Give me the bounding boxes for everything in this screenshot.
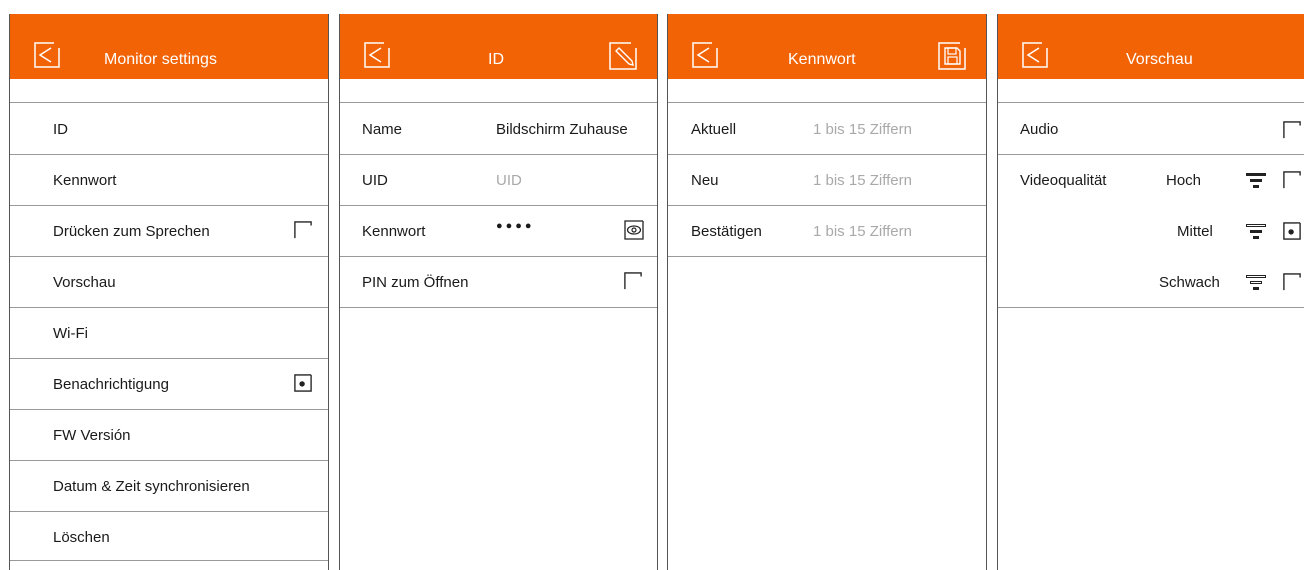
quality-medium-checkbox[interactable]	[1283, 222, 1301, 240]
new-label: Neu	[691, 172, 719, 189]
quality-medium-label: Mittel	[1177, 223, 1213, 240]
page-title: Vorschau	[1126, 51, 1193, 68]
header-bar: Vorschau	[998, 14, 1304, 79]
video-quality-label: Videoqualität	[1020, 172, 1107, 189]
menu-item-kennwort[interactable]: Kennwort	[53, 172, 116, 189]
quality-low-icon	[1246, 275, 1266, 290]
menu-item-vorschau[interactable]: Vorschau	[53, 274, 116, 291]
quality-low-label: Schwach	[1159, 274, 1220, 291]
quality-high-checkbox[interactable]	[1283, 171, 1301, 189]
header-bar: Kennwort	[668, 14, 986, 79]
confirm-password-field[interactable]: 1 bis 15 Ziffern	[813, 223, 912, 240]
quality-high-icon	[1246, 173, 1266, 188]
back-icon[interactable]	[34, 42, 60, 68]
monitor-settings-panel: Monitor settings ID Kennwort Drücken zum…	[9, 14, 329, 570]
quality-low-checkbox[interactable]	[1283, 273, 1301, 291]
password-field[interactable]: ●●●●	[496, 220, 535, 232]
menu-item-wifi[interactable]: Wi-Fi	[53, 325, 88, 342]
header-bar: ID	[340, 14, 657, 79]
menu-item-delete[interactable]: Löschen	[53, 529, 110, 546]
edit-icon[interactable]	[609, 42, 637, 70]
header-bar: Monitor settings	[10, 14, 328, 79]
notification-checkbox[interactable]	[294, 374, 312, 392]
current-label: Aktuell	[691, 121, 737, 138]
back-icon[interactable]	[692, 42, 718, 68]
id-panel: ID Name Bildschirm Zuhause UID UID Kennw…	[339, 14, 658, 570]
password-label: Kennwort	[362, 223, 426, 240]
back-icon[interactable]	[1022, 42, 1048, 68]
audio-label: Audio	[1020, 121, 1059, 138]
current-password-field[interactable]: 1 bis 15 Ziffern	[813, 121, 912, 138]
menu-item-id[interactable]: ID	[53, 121, 68, 138]
page-title: Kennwort	[788, 51, 856, 68]
vorschau-panel: Vorschau Audio Videoqualität Hoch Mittel…	[997, 14, 1304, 570]
menu-item-sync-datetime[interactable]: Datum & Zeit synchronisieren	[53, 478, 250, 495]
uid-field[interactable]: UID	[496, 172, 522, 189]
eye-icon[interactable]	[624, 220, 644, 240]
menu-item-fw-version[interactable]: FW Versión	[53, 427, 131, 444]
quality-medium-icon	[1246, 224, 1266, 239]
audio-checkbox[interactable]	[1283, 121, 1301, 139]
new-password-field[interactable]: 1 bis 15 Ziffern	[813, 172, 912, 189]
kennwort-panel: Kennwort Aktuell 1 bis 15 Ziffern Neu 1 …	[667, 14, 987, 570]
menu-item-notification: Benachrichtigung	[53, 376, 169, 393]
page-title: Monitor settings	[104, 51, 217, 68]
name-value[interactable]: Bildschirm Zuhause	[496, 121, 628, 138]
save-icon[interactable]	[938, 42, 966, 70]
page-title: ID	[488, 51, 504, 68]
uid-label: UID	[362, 172, 388, 189]
push-to-talk-checkbox[interactable]	[294, 221, 312, 239]
pin-checkbox[interactable]	[624, 272, 642, 290]
back-icon[interactable]	[364, 42, 390, 68]
confirm-label: Bestätigen	[691, 223, 762, 240]
quality-high-label: Hoch	[1166, 172, 1202, 189]
menu-item-push-to-talk: Drücken zum Sprechen	[53, 223, 210, 240]
pin-label: PIN zum Öffnen	[362, 274, 469, 291]
name-label: Name	[362, 121, 403, 138]
